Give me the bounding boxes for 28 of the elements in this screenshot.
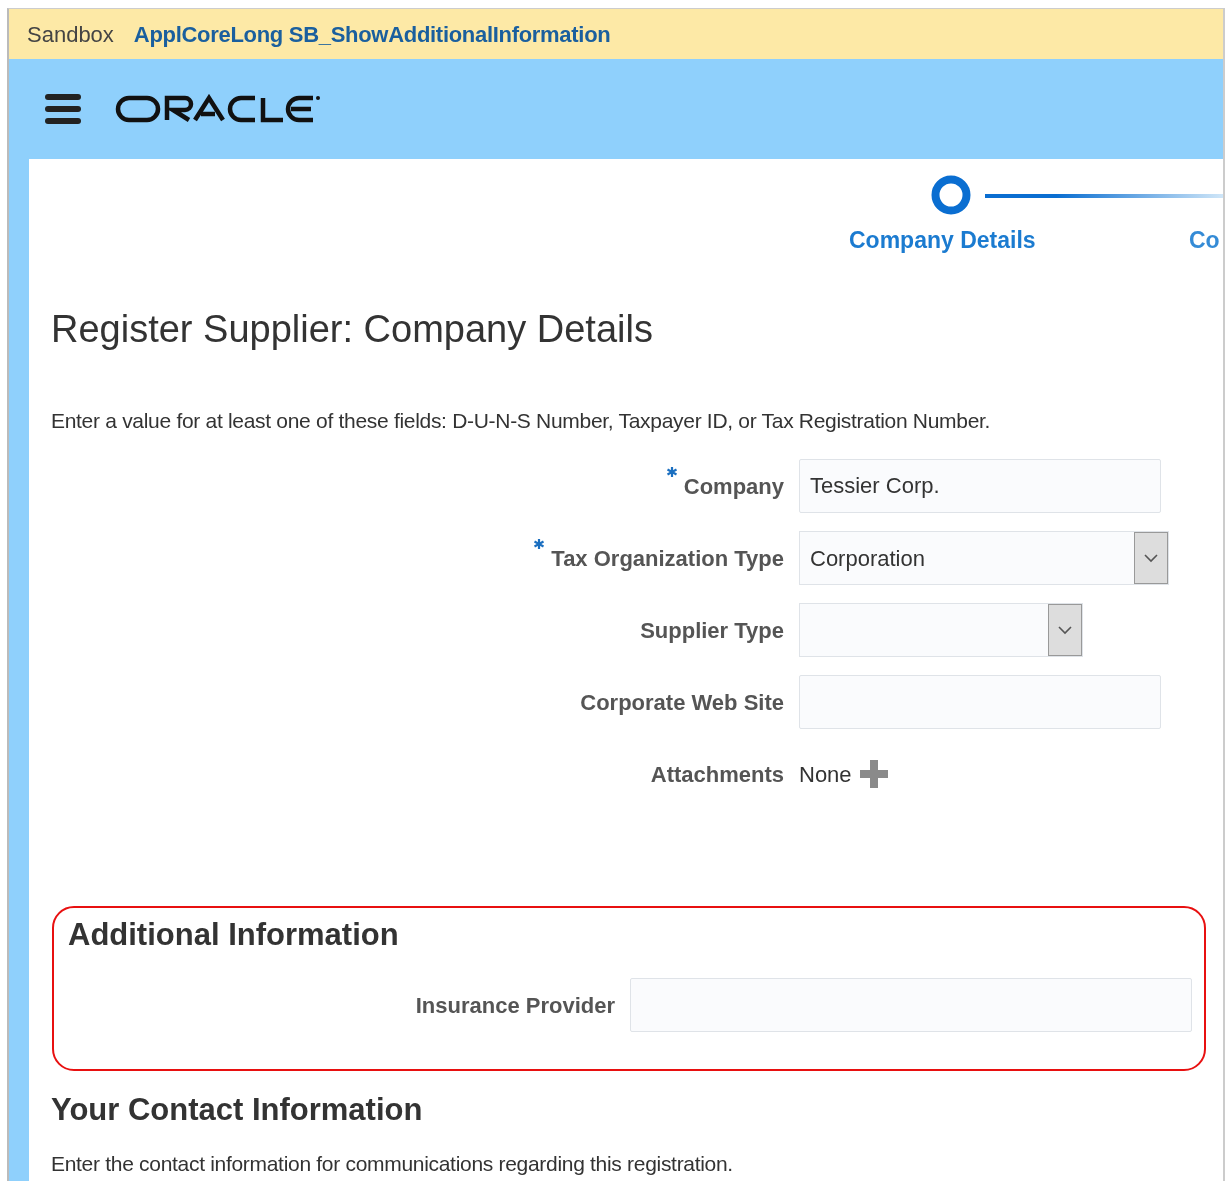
section-heading: Additional Information — [68, 916, 400, 954]
field-label: Tax Organization Type — [551, 544, 784, 573]
field-label: Corporate Web Site — [580, 688, 784, 717]
sandbox-label: Sandbox — [27, 20, 114, 49]
chevron-down-icon — [1143, 553, 1159, 564]
train-step-link[interactable]: Company Details — [849, 223, 1036, 258]
train-step-link[interactable]: Co — [1189, 223, 1220, 258]
text-field[interactable]: Tessier Corp. — [799, 459, 1161, 514]
text-field[interactable] — [630, 978, 1192, 1033]
sandbox-link[interactable]: ApplCoreLong SB_ShowAdditionalInformation — [133, 17, 611, 51]
attachments-value: None — [799, 760, 852, 789]
section-heading: Your Contact Information — [51, 1091, 424, 1129]
step-marker-icon[interactable] — [931, 175, 971, 215]
dropdown-field[interactable] — [799, 603, 1083, 658]
contact-instruction-text: Enter the contact information for communications regarding this registration. — [51, 1151, 734, 1178]
field-label: Company — [683, 472, 784, 501]
dropdown-button[interactable] — [1134, 532, 1168, 585]
page-title: Register Supplier: Company Details — [51, 307, 654, 352]
text-field[interactable] — [799, 675, 1161, 730]
field-label: Supplier Type — [640, 616, 784, 645]
menu-icon[interactable] — [45, 93, 81, 125]
instruction-text: Enter a value for at least one of these fields: D-U-N-S Number, Taxpayer ID, or Tax Registration Number. — [51, 407, 992, 434]
dropdown-button[interactable] — [1048, 604, 1082, 657]
add-icon[interactable] — [859, 760, 888, 789]
dropdown-field[interactable]: Corporation — [799, 531, 1169, 586]
chevron-down-icon — [1057, 625, 1073, 636]
field-label: Attachments — [650, 760, 784, 789]
field-label: Insurance Provider — [415, 991, 615, 1020]
